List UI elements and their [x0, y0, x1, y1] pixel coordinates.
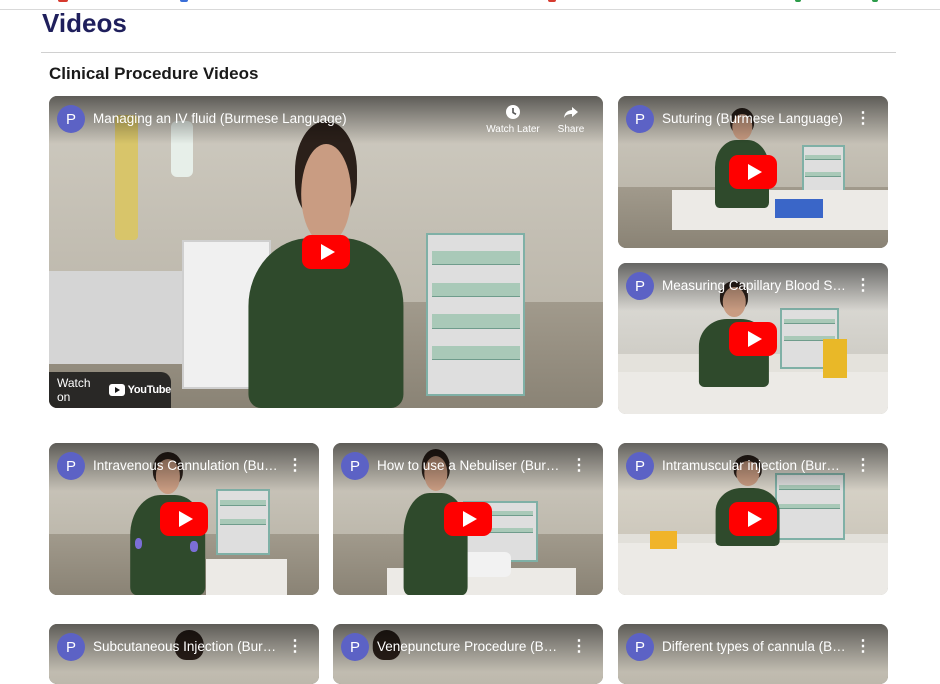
youtube-play-icon[interactable] [729, 321, 777, 356]
share-label: Share [557, 124, 585, 135]
youtube-play-icon[interactable] [729, 155, 777, 189]
video-card[interactable]: P Venepuncture Procedure (Bur... ⋮ [333, 624, 603, 684]
share-arrow-icon [564, 107, 578, 118]
share-button[interactable]: Share [541, 104, 601, 135]
youtube-play-icon[interactable] [302, 235, 350, 269]
channel-avatar[interactable]: P [341, 633, 369, 661]
channel-avatar[interactable]: P [626, 272, 654, 300]
channel-avatar[interactable]: P [626, 105, 654, 133]
video-title[interactable]: How to use a Nebuliser (Burm... [377, 458, 563, 473]
video-card[interactable]: P Suturing (Burmese Language) ⋮ [618, 96, 888, 248]
more-vert-icon[interactable]: ⋮ [287, 457, 303, 475]
video-card[interactable]: P Intramuscular injection (Burm... ⋮ [618, 443, 888, 595]
youtube-play-icon[interactable] [729, 502, 777, 536]
video-title[interactable]: Subcutaneous Injection (Burm... [93, 639, 279, 654]
video-title[interactable]: Measuring Capillary Blood Sug... [662, 278, 852, 293]
more-vert-icon[interactable]: ⋮ [571, 638, 587, 656]
video-card[interactable]: P How to use a Nebuliser (Burm... ⋮ [333, 443, 603, 595]
section-title: Clinical Procedure Videos [49, 64, 259, 83]
browser-top-strip [0, 0, 940, 10]
video-title[interactable]: Intravenous Cannulation (Bur... [93, 458, 279, 473]
more-vert-icon[interactable]: ⋮ [855, 638, 871, 656]
video-card[interactable]: P Intravenous Cannulation (Bur... ⋮ [49, 443, 319, 595]
video-title[interactable]: Venepuncture Procedure (Bur... [377, 639, 563, 654]
watch-on-label: Watch on [57, 376, 91, 404]
channel-avatar[interactable]: P [57, 105, 85, 133]
video-title[interactable]: Different types of cannula (Bur... [662, 639, 852, 654]
more-vert-icon[interactable]: ⋮ [855, 277, 871, 295]
featured-video-player[interactable]: P Managing an IV fluid (Burmese Language… [49, 96, 603, 408]
watch-later-label: Watch Later [486, 124, 540, 135]
watch-on-youtube-button[interactable]: Watch on YouTube [49, 372, 171, 408]
video-title[interactable]: Managing an IV fluid (Burmese Language) [93, 111, 347, 126]
channel-avatar[interactable]: P [626, 452, 654, 480]
channel-avatar[interactable]: P [341, 452, 369, 480]
more-vert-icon[interactable]: ⋮ [855, 110, 871, 128]
clock-icon [506, 105, 520, 119]
video-card[interactable]: P Measuring Capillary Blood Sug... ⋮ [618, 263, 888, 414]
youtube-logo: YouTube [108, 384, 171, 396]
video-card[interactable]: P Subcutaneous Injection (Burm... ⋮ [49, 624, 319, 684]
watch-later-button[interactable]: Watch Later [483, 104, 543, 135]
youtube-play-icon[interactable] [160, 502, 208, 536]
video-title[interactable]: Suturing (Burmese Language) [662, 111, 843, 126]
more-vert-icon[interactable]: ⋮ [287, 638, 303, 656]
youtube-play-icon[interactable] [444, 502, 492, 536]
divider [41, 52, 896, 53]
channel-avatar[interactable]: P [57, 633, 85, 661]
more-vert-icon[interactable]: ⋮ [855, 457, 871, 475]
video-title[interactable]: Intramuscular injection (Burm... [662, 458, 848, 473]
channel-avatar[interactable]: P [57, 452, 85, 480]
channel-avatar[interactable]: P [626, 633, 654, 661]
video-card[interactable]: P Different types of cannula (Bur... ⋮ [618, 624, 888, 684]
page-title: Videos [42, 8, 127, 38]
more-vert-icon[interactable]: ⋮ [571, 457, 587, 475]
